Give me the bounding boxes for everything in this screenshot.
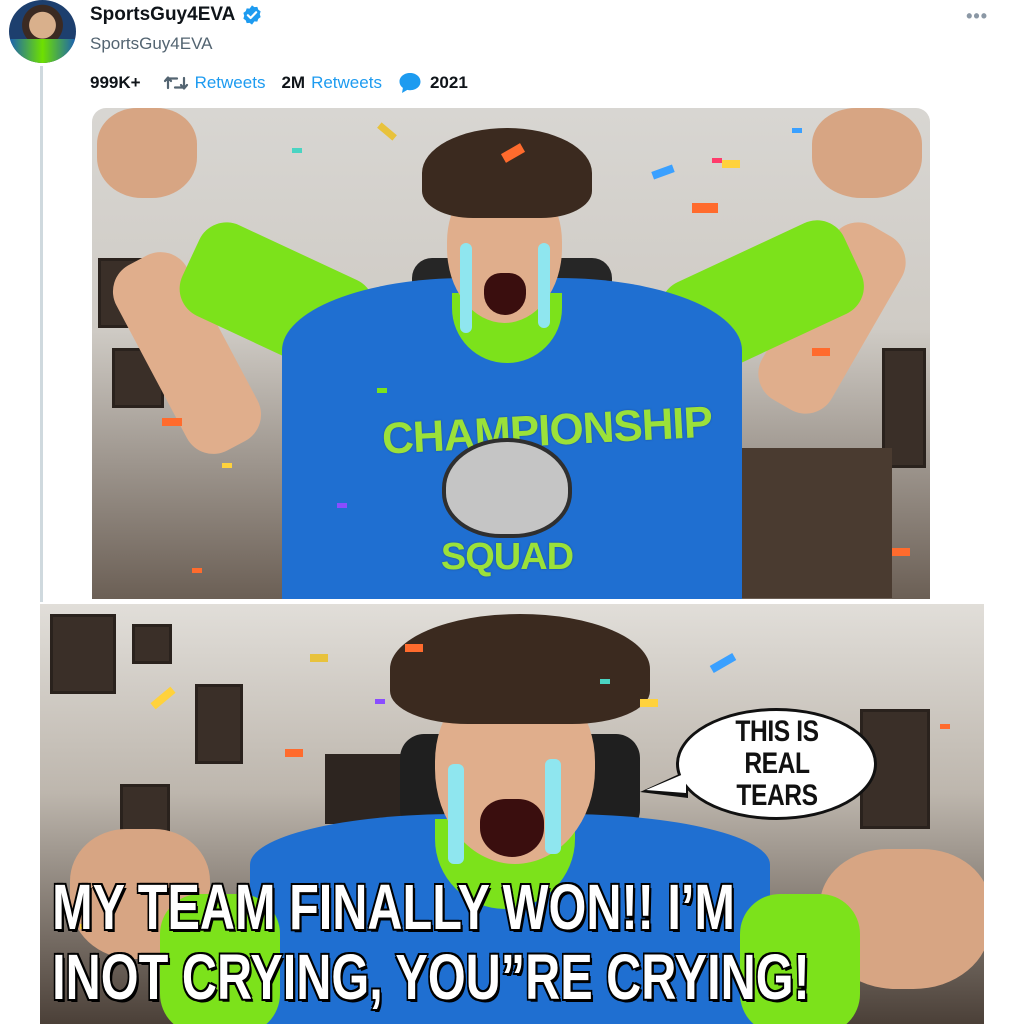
confetti bbox=[722, 160, 740, 168]
wall-picture bbox=[195, 684, 243, 764]
avatar[interactable] bbox=[9, 0, 76, 63]
likes-count[interactable]: 999K+ bbox=[90, 72, 141, 94]
tear-left bbox=[448, 764, 464, 864]
display-name[interactable]: SportsGuy4EVA bbox=[90, 3, 235, 27]
caption-line-2: INOT CRYING, YOU”RE CRYING! bbox=[51, 941, 811, 1014]
meme-caption: MY TEAM FINALLY WON!! I’M INOT CRYING, Y… bbox=[40, 871, 811, 1014]
retweet-icon[interactable] bbox=[163, 73, 189, 93]
confetti bbox=[600, 679, 610, 684]
confetti bbox=[162, 418, 182, 426]
speech-bubble-text: THIS IS REAL TEARS bbox=[734, 715, 819, 812]
confetti bbox=[375, 699, 385, 704]
wall-picture bbox=[132, 624, 172, 664]
hair bbox=[390, 614, 650, 724]
confetti bbox=[712, 158, 722, 163]
confetti bbox=[150, 686, 176, 710]
more-icon[interactable]: ••• bbox=[966, 6, 988, 27]
confetti bbox=[405, 644, 423, 652]
tear-left bbox=[460, 243, 472, 333]
replies-count[interactable]: 2021 bbox=[430, 72, 468, 94]
mascot-logo bbox=[442, 438, 572, 538]
confetti bbox=[651, 164, 675, 180]
confetti bbox=[377, 122, 397, 141]
verified-badge-icon bbox=[243, 5, 261, 25]
jersey-text-bottom: SQUAD bbox=[440, 536, 574, 578]
confetti bbox=[892, 548, 910, 556]
caption-line-1: MY TEAM FINALLY WON!! I’M bbox=[51, 871, 736, 944]
hair bbox=[422, 128, 592, 218]
left-hand bbox=[97, 108, 197, 198]
confetti bbox=[940, 724, 950, 729]
retweets-count[interactable]: 2M bbox=[281, 72, 305, 94]
confetti bbox=[222, 463, 232, 468]
engagement-stats: 999K+ Retweets 2M Retweets 2021 bbox=[90, 72, 468, 94]
confetti bbox=[692, 203, 718, 213]
speech-bubble: THIS IS REAL TEARS bbox=[676, 708, 877, 820]
thread-line bbox=[40, 66, 43, 602]
speech-bubble-tail-fill bbox=[646, 773, 686, 793]
wall-picture bbox=[50, 614, 116, 694]
retweets-label-1[interactable]: Retweets bbox=[195, 72, 266, 94]
tear-right bbox=[538, 243, 550, 328]
retweets-label-2[interactable]: Retweets bbox=[311, 72, 382, 94]
tweet-author: SportsGuy4EVA SportsGuy4EVA bbox=[90, 3, 263, 55]
tweet-image-1[interactable]: CHAMPIONSHIP SQUAD bbox=[92, 108, 930, 599]
confetti bbox=[292, 148, 302, 153]
confetti bbox=[192, 568, 202, 573]
right-hand bbox=[812, 108, 922, 198]
open-mouth bbox=[480, 799, 544, 857]
confetti bbox=[310, 654, 328, 662]
open-mouth bbox=[484, 273, 526, 315]
tear-right bbox=[545, 759, 561, 854]
confetti bbox=[812, 348, 830, 356]
handle[interactable]: SportsGuy4EVA bbox=[90, 33, 263, 55]
confetti bbox=[377, 388, 387, 393]
author-name-row[interactable]: SportsGuy4EVA bbox=[90, 3, 263, 27]
confetti bbox=[337, 503, 347, 508]
confetti bbox=[285, 749, 303, 757]
confetti bbox=[640, 699, 658, 707]
desk bbox=[732, 448, 892, 598]
confetti bbox=[709, 653, 737, 673]
confetti bbox=[792, 128, 802, 133]
reply-bubble-icon[interactable] bbox=[398, 72, 422, 94]
